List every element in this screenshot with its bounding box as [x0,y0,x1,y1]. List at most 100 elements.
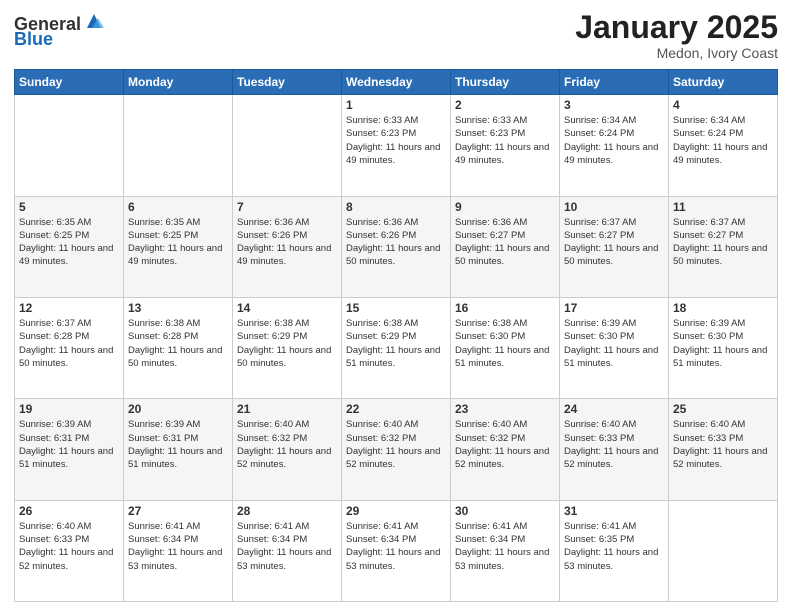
calendar-week-row: 19Sunrise: 6:39 AMSunset: 6:31 PMDayligh… [15,399,778,500]
calendar-week-row: 26 Sunrise: 6:40 AMSunset: 6:33 PMDayligh… [15,500,778,601]
table-row [124,95,233,196]
table-row: 25Sunrise: 6:40 AMSunset: 6:33 PMDayligh… [669,399,778,500]
table-row: 13 Sunrise: 6:38 AMSunset: 6:28 PMDayligh… [124,297,233,398]
day-info: Sunrise: 6:40 AMSunset: 6:33 PMDaylight:… [19,520,119,573]
day-info: Sunrise: 6:37 AMSunset: 6:27 PMDaylight:… [564,216,664,269]
table-row: 5Sunrise: 6:35 AMSunset: 6:25 PMDaylight… [15,196,124,297]
day-info: Sunrise: 6:33 AMSunset: 6:23 PMDaylight:… [455,114,555,167]
table-row: 12 Sunrise: 6:37 AMSunset: 6:28 PMDayligh… [15,297,124,398]
day-number: 6 [128,200,228,214]
day-info: Sunrise: 6:40 AMSunset: 6:33 PMDaylight:… [564,418,664,471]
table-row: 15Sunrise: 6:38 AMSunset: 6:29 PMDayligh… [342,297,451,398]
month-title: January 2025 [575,10,778,45]
calendar-header-row: Sunday Monday Tuesday Wednesday Thursday… [15,70,778,95]
table-row: 20Sunrise: 6:39 AMSunset: 6:31 PMDayligh… [124,399,233,500]
day-info: Sunrise: 6:41 AMSunset: 6:34 PMDaylight:… [237,520,337,573]
table-row [15,95,124,196]
day-info: Sunrise: 6:34 AMSunset: 6:24 PMDaylight:… [564,114,664,167]
col-thursday: Thursday [451,70,560,95]
day-number: 27 [128,504,228,518]
logo-icon [83,10,105,32]
day-number: 8 [346,200,446,214]
table-row: 6 Sunrise: 6:35 AMSunset: 6:25 PMDaylight… [124,196,233,297]
day-info: Sunrise: 6:40 AMSunset: 6:32 PMDaylight:… [237,418,337,471]
logo: General Blue [14,14,105,50]
day-number: 30 [455,504,555,518]
day-info: Sunrise: 6:38 AMSunset: 6:30 PMDaylight:… [455,317,555,370]
col-friday: Friday [560,70,669,95]
day-number: 15 [346,301,446,315]
day-number: 14 [237,301,337,315]
table-row: 18 Sunrise: 6:39 AMSunset: 6:30 PMDayligh… [669,297,778,398]
table-row: 8 Sunrise: 6:36 AMSunset: 6:26 PMDaylight… [342,196,451,297]
col-saturday: Saturday [669,70,778,95]
table-row: 14 Sunrise: 6:38 AMSunset: 6:29 PMDayligh… [233,297,342,398]
day-info: Sunrise: 6:36 AMSunset: 6:27 PMDaylight:… [455,216,555,269]
table-row: 16 Sunrise: 6:38 AMSunset: 6:30 PMDayligh… [451,297,560,398]
day-info: Sunrise: 6:41 AMSunset: 6:34 PMDaylight:… [346,520,446,573]
table-row: 7Sunrise: 6:36 AMSunset: 6:26 PMDaylight… [233,196,342,297]
calendar-table: Sunday Monday Tuesday Wednesday Thursday… [14,69,778,602]
day-number: 4 [673,98,773,112]
day-info: Sunrise: 6:37 AMSunset: 6:27 PMDaylight:… [673,216,773,269]
day-info: Sunrise: 6:36 AMSunset: 6:26 PMDaylight:… [346,216,446,269]
day-info: Sunrise: 6:40 AMSunset: 6:32 PMDaylight:… [346,418,446,471]
table-row: 23 Sunrise: 6:40 AMSunset: 6:32 PMDayligh… [451,399,560,500]
day-number: 2 [455,98,555,112]
day-info: Sunrise: 6:40 AMSunset: 6:32 PMDaylight:… [455,418,555,471]
calendar-week-row: 1Sunrise: 6:33 AMSunset: 6:23 PMDaylight… [15,95,778,196]
table-row [233,95,342,196]
day-number: 23 [455,402,555,416]
page: General Blue January 2025 Medon, Ivory C… [0,0,792,612]
day-info: Sunrise: 6:34 AMSunset: 6:24 PMDaylight:… [673,114,773,167]
day-number: 18 [673,301,773,315]
table-row: 24Sunrise: 6:40 AMSunset: 6:33 PMDayligh… [560,399,669,500]
day-number: 10 [564,200,664,214]
day-info: Sunrise: 6:38 AMSunset: 6:29 PMDaylight:… [237,317,337,370]
table-row: 10 Sunrise: 6:37 AMSunset: 6:27 PMDayligh… [560,196,669,297]
day-number: 13 [128,301,228,315]
table-row: 21Sunrise: 6:40 AMSunset: 6:32 PMDayligh… [233,399,342,500]
day-info: Sunrise: 6:33 AMSunset: 6:23 PMDaylight:… [346,114,446,167]
location-subtitle: Medon, Ivory Coast [575,45,778,61]
title-block: January 2025 Medon, Ivory Coast [575,10,778,61]
day-number: 28 [237,504,337,518]
day-info: Sunrise: 6:38 AMSunset: 6:28 PMDaylight:… [128,317,228,370]
table-row: 17 Sunrise: 6:39 AMSunset: 6:30 PMDayligh… [560,297,669,398]
day-info: Sunrise: 6:35 AMSunset: 6:25 PMDaylight:… [19,216,119,269]
table-row: 19Sunrise: 6:39 AMSunset: 6:31 PMDayligh… [15,399,124,500]
header: General Blue January 2025 Medon, Ivory C… [14,10,778,61]
day-number: 12 [19,301,119,315]
day-number: 25 [673,402,773,416]
table-row: 3 Sunrise: 6:34 AMSunset: 6:24 PMDaylight… [560,95,669,196]
day-info: Sunrise: 6:41 AMSunset: 6:34 PMDaylight:… [128,520,228,573]
day-number: 31 [564,504,664,518]
day-number: 7 [237,200,337,214]
calendar-week-row: 5Sunrise: 6:35 AMSunset: 6:25 PMDaylight… [15,196,778,297]
logo-blue-text: Blue [14,29,53,50]
table-row: 1Sunrise: 6:33 AMSunset: 6:23 PMDaylight… [342,95,451,196]
table-row: 9 Sunrise: 6:36 AMSunset: 6:27 PMDaylight… [451,196,560,297]
day-number: 20 [128,402,228,416]
day-info: Sunrise: 6:37 AMSunset: 6:28 PMDaylight:… [19,317,119,370]
day-number: 22 [346,402,446,416]
day-info: Sunrise: 6:41 AMSunset: 6:35 PMDaylight:… [564,520,664,573]
table-row: 30Sunrise: 6:41 AMSunset: 6:34 PMDayligh… [451,500,560,601]
table-row: 11Sunrise: 6:37 AMSunset: 6:27 PMDayligh… [669,196,778,297]
table-row: 26 Sunrise: 6:40 AMSunset: 6:33 PMDayligh… [15,500,124,601]
day-info: Sunrise: 6:35 AMSunset: 6:25 PMDaylight:… [128,216,228,269]
day-number: 17 [564,301,664,315]
day-number: 26 [19,504,119,518]
day-number: 3 [564,98,664,112]
day-info: Sunrise: 6:39 AMSunset: 6:30 PMDaylight:… [564,317,664,370]
day-info: Sunrise: 6:39 AMSunset: 6:31 PMDaylight:… [19,418,119,471]
day-info: Sunrise: 6:39 AMSunset: 6:30 PMDaylight:… [673,317,773,370]
day-number: 16 [455,301,555,315]
table-row: 31 Sunrise: 6:41 AMSunset: 6:35 PMDayligh… [560,500,669,601]
day-number: 29 [346,504,446,518]
day-number: 9 [455,200,555,214]
table-row [669,500,778,601]
col-monday: Monday [124,70,233,95]
col-wednesday: Wednesday [342,70,451,95]
table-row: 2 Sunrise: 6:33 AMSunset: 6:23 PMDaylight… [451,95,560,196]
